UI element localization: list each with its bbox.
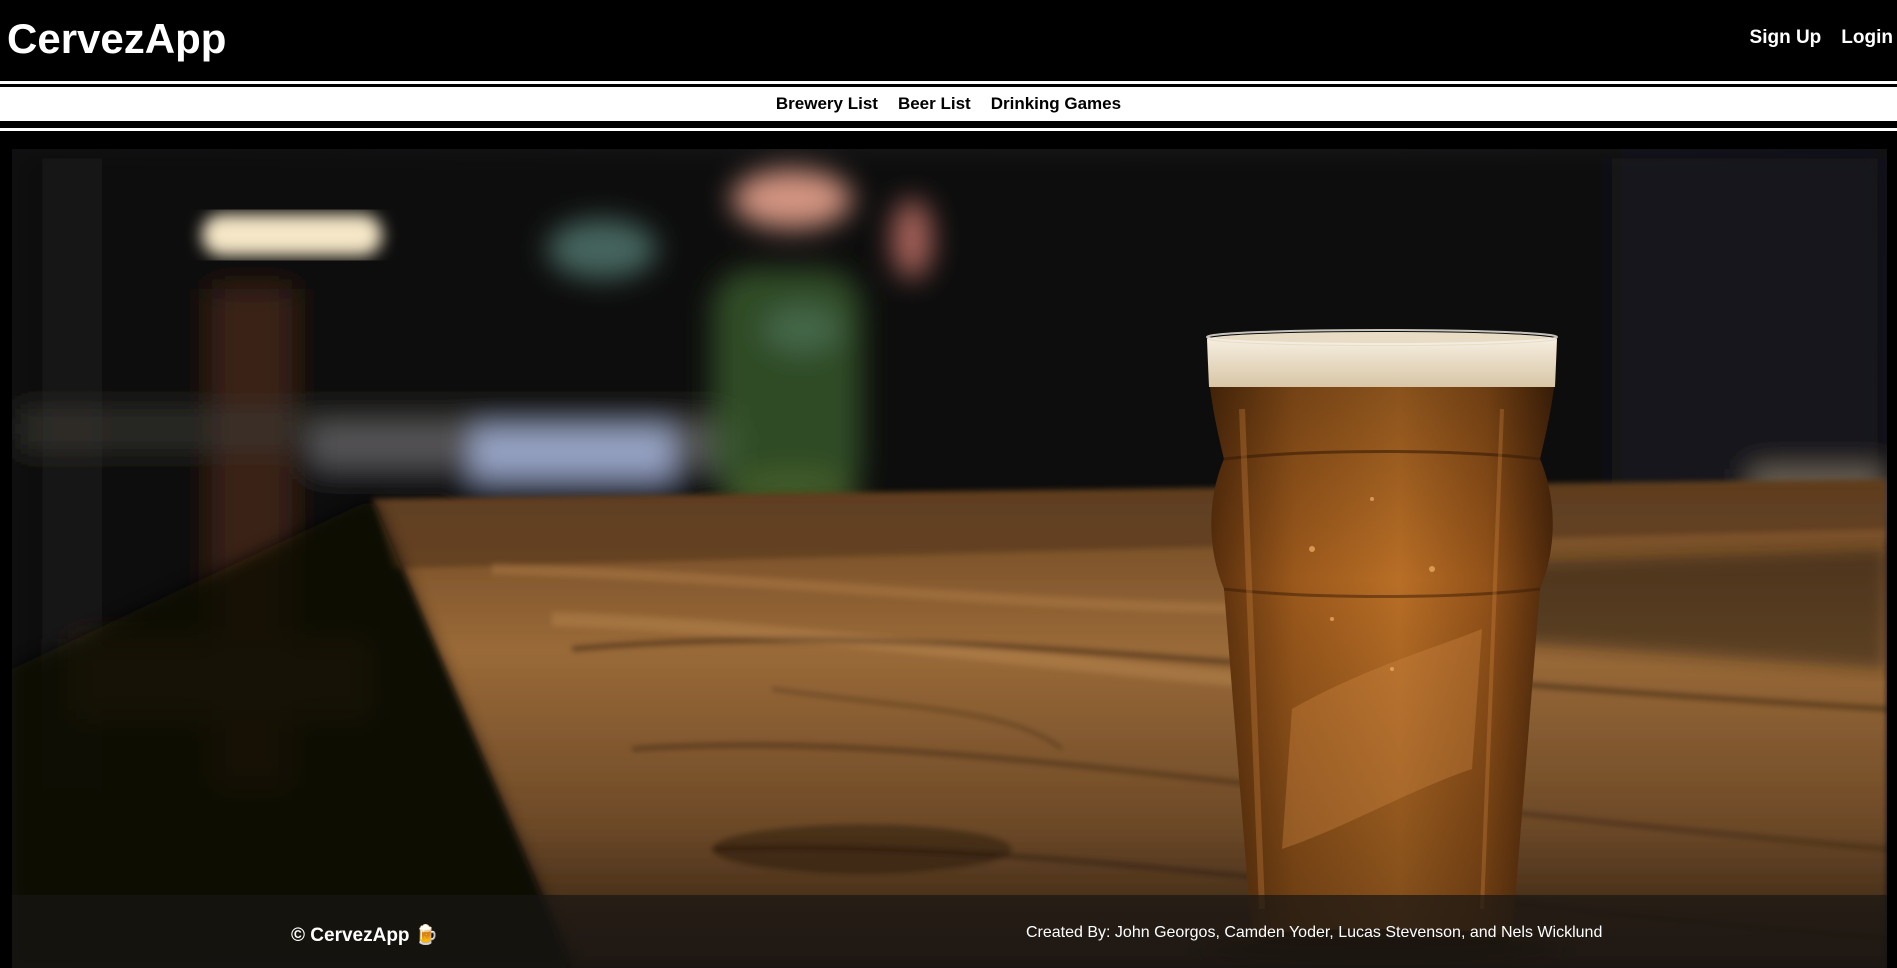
login-link[interactable]: Login: [1841, 26, 1893, 50]
hero-image: [12, 149, 1887, 968]
nav-item-beer-list[interactable]: Beer List: [898, 93, 971, 115]
nav-item-drinking-games[interactable]: Drinking Games: [991, 93, 1121, 115]
nav-divider-bottom: [0, 128, 1897, 131]
footer-copyright: © CervezApp 🍺: [291, 925, 439, 946]
site-logo-title[interactable]: CervezApp: [7, 14, 226, 64]
auth-links: Sign Up Login: [1750, 26, 1893, 50]
nav-item-brewery-list[interactable]: Brewery List: [776, 93, 878, 115]
footer-credits: Created By: John Georgos, Camden Yoder, …: [1026, 924, 1603, 941]
site-footer: © CervezApp 🍺 Created By: John Georgos, …: [12, 895, 1887, 968]
top-bar: CervezApp Sign Up Login: [0, 0, 1897, 80]
signup-link[interactable]: Sign Up: [1750, 26, 1822, 50]
main-navigation: Brewery List Beer List Drinking Games: [0, 84, 1897, 124]
beer-scene-illustration: [12, 149, 1887, 968]
nav-divider-top: [0, 81, 1897, 84]
